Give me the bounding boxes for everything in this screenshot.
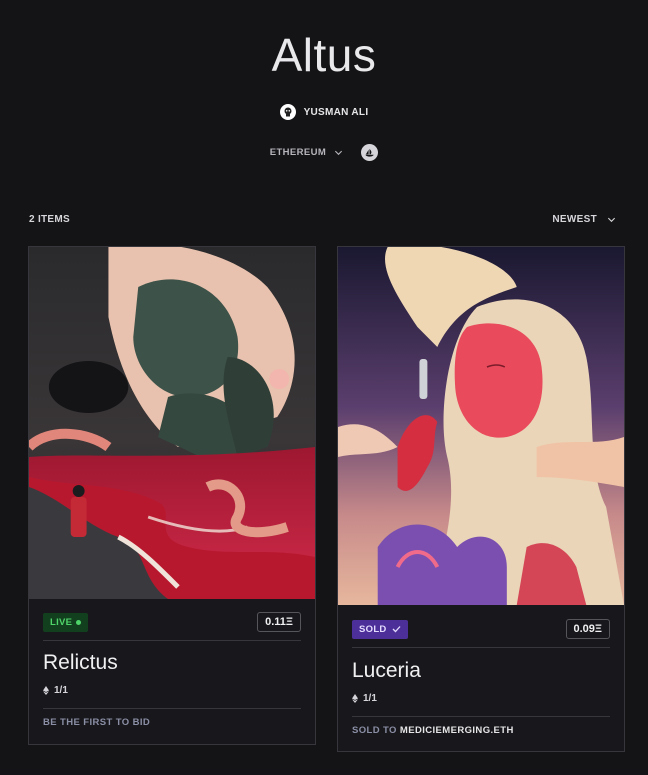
creator-name: YUSMAN ALI <box>303 106 369 118</box>
network-selector[interactable]: ETHEREUM <box>270 147 344 158</box>
divider <box>43 640 301 641</box>
edition-label: 1/1 <box>363 693 377 704</box>
check-icon <box>392 626 401 633</box>
status-badge: SOLD <box>352 619 408 639</box>
divider <box>352 716 610 717</box>
sold-to-label: SOLD TO <box>352 725 397 736</box>
creator-avatar-icon <box>279 104 296 120</box>
price-tag: 0.11Ξ <box>257 612 301 632</box>
chevron-down-icon <box>335 150 343 156</box>
chevron-down-icon <box>607 217 616 223</box>
price-tag: 0.09Ξ <box>565 619 610 639</box>
artwork-image[interactable] <box>29 247 315 599</box>
artwork-title[interactable]: Relictus <box>43 651 118 675</box>
opensea-icon[interactable] <box>361 144 379 161</box>
status-row: LIVE 0.11Ξ <box>43 612 301 632</box>
edition-info: 1/1 <box>43 685 68 696</box>
sold-to-note: SOLD TO MEDICIEMERGING.ETH <box>352 725 514 736</box>
edition-info: 1/1 <box>352 693 377 704</box>
artwork-title[interactable]: Luceria <box>352 659 421 683</box>
divider <box>43 708 301 709</box>
artwork-card-luceria[interactable]: SOLD 0.09Ξ Luceria 1/1 SOLD TO MEDICIEME… <box>337 246 625 752</box>
bid-prompt: BE THE FIRST TO BID <box>43 717 151 728</box>
live-dot-icon <box>76 619 82 625</box>
creator-link[interactable]: YUSMAN ALI <box>0 104 648 120</box>
network-row: ETHEREUM <box>0 144 648 161</box>
sort-label: NEWEST <box>552 214 597 225</box>
status-row: SOLD 0.09Ξ <box>352 619 610 639</box>
status-label: LIVE <box>50 616 73 628</box>
ethereum-icon <box>43 686 49 695</box>
ethereum-icon <box>352 694 358 703</box>
network-label: ETHEREUM <box>269 147 327 158</box>
artwork-image[interactable] <box>338 247 624 605</box>
items-count: 2 ITEMS <box>29 214 70 225</box>
divider <box>352 647 610 648</box>
collection-title: Altus <box>271 29 377 81</box>
edition-label: 1/1 <box>54 685 68 696</box>
owner-link[interactable]: MEDICIEMERGING.ETH <box>400 725 514 736</box>
artwork-card-relictus[interactable]: LIVE 0.11Ξ Relictus 1/1 BE THE FIRST TO … <box>28 246 316 745</box>
status-label: SOLD <box>359 623 387 635</box>
status-badge: LIVE <box>43 612 89 632</box>
sort-dropdown[interactable]: NEWEST <box>552 214 616 225</box>
